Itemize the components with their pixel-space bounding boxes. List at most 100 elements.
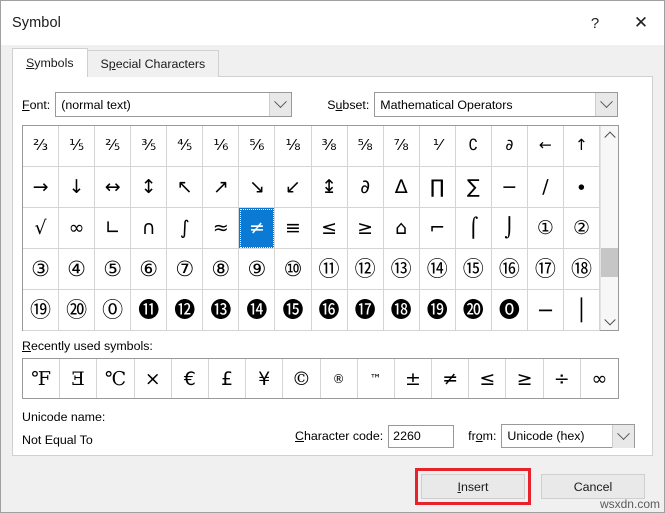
symbol-cell[interactable]: ⑯	[491, 249, 528, 290]
recent-symbol-cell[interactable]: ±	[395, 359, 433, 398]
symbol-cell[interactable]: ⓱	[347, 290, 384, 331]
symbol-cell[interactable]: ⅕	[59, 126, 96, 167]
recent-symbol-cell[interactable]: ×	[135, 359, 172, 398]
symbol-cell[interactable]: ⅟	[419, 126, 456, 167]
tab-symbols[interactable]: Symbols	[12, 48, 88, 77]
symbol-cell[interactable]: ∏	[419, 167, 456, 208]
recent-symbol-cell[interactable]: ℉	[23, 359, 61, 398]
symbol-cell[interactable]: ①	[527, 208, 564, 249]
symbol-cell[interactable]: ⑱	[563, 249, 601, 290]
symbol-cell[interactable]: ⅔	[23, 126, 60, 167]
symbol-cell[interactable]: ②	[563, 208, 601, 249]
symbol-cell[interactable]: ←	[527, 126, 564, 167]
symbol-cell[interactable]: ⑪	[311, 249, 348, 290]
symbol-cell[interactable]: │	[563, 290, 601, 331]
symbol-cell[interactable]: ∂	[491, 126, 528, 167]
recent-symbol-cell[interactable]: ≥	[506, 359, 544, 398]
recent-symbol-cell[interactable]: €	[172, 359, 209, 398]
recent-symbol-cell[interactable]: ™	[358, 359, 395, 398]
symbol-cell[interactable]: ∆	[383, 167, 420, 208]
symbol-cell[interactable]: √	[23, 208, 60, 249]
symbol-cell[interactable]: ⅜	[311, 126, 348, 167]
symbol-cell[interactable]: ↖	[167, 167, 204, 208]
symbol-grid-scrollbar[interactable]	[600, 126, 618, 330]
chevron-down-icon[interactable]	[612, 424, 635, 448]
symbol-cell[interactable]: ≡	[275, 208, 312, 249]
symbol-cell[interactable]: ⑬	[383, 249, 420, 290]
symbol-cell[interactable]: ∁	[455, 126, 492, 167]
symbol-cell[interactable]: ↘	[239, 167, 276, 208]
character-code-input[interactable]	[388, 424, 455, 448]
symbol-cell[interactable]: ⅛	[275, 126, 312, 167]
symbol-cell[interactable]: ⅝	[347, 126, 384, 167]
symbol-cell[interactable]: ↙	[275, 167, 312, 208]
symbol-cell[interactable]: ⓯	[275, 290, 312, 331]
chevron-down-icon[interactable]	[595, 93, 618, 116]
symbol-cell[interactable]: ⑨	[239, 249, 276, 290]
recent-symbol-cell[interactable]: ∞	[581, 359, 618, 398]
insert-button[interactable]: Insert	[421, 474, 525, 499]
symbol-cell[interactable]: ∟	[95, 208, 132, 249]
symbol-cell[interactable]: ↗	[203, 167, 240, 208]
symbol-cell[interactable]: ⌡	[491, 208, 528, 249]
tab-special-characters[interactable]: Special Characters	[86, 50, 220, 77]
symbol-cell[interactable]: ⑤	[95, 249, 132, 290]
symbol-cell[interactable]: ⓮	[239, 290, 276, 331]
symbol-cell[interactable]: ⓫	[131, 290, 168, 331]
symbol-cell[interactable]: −	[527, 290, 564, 331]
symbol-cell[interactable]: ∞	[59, 208, 96, 249]
symbol-cell[interactable]: ≤	[311, 208, 348, 249]
symbol-cell[interactable]: ⅘	[167, 126, 204, 167]
symbol-cell[interactable]: ⓪	[95, 290, 132, 331]
chevron-down-icon[interactable]	[269, 93, 292, 116]
scroll-up-icon[interactable]	[601, 126, 618, 143]
symbol-cell[interactable]: ⌠	[455, 208, 492, 249]
symbol-cell[interactable]: ∂	[347, 167, 384, 208]
symbol-cell[interactable]: −	[491, 167, 528, 208]
symbol-cell[interactable]: ⑩	[275, 249, 312, 290]
symbol-cell[interactable]: ↕	[131, 167, 168, 208]
symbol-cell[interactable]: ⑲	[23, 290, 60, 331]
symbol-cell[interactable]: ∙	[563, 167, 601, 208]
symbol-cell[interactable]: ⅞	[383, 126, 420, 167]
recent-symbol-cell[interactable]: ÷	[544, 359, 581, 398]
symbol-cell[interactable]: ⓭	[203, 290, 240, 331]
symbol-cell[interactable]: ⑭	[419, 249, 456, 290]
symbol-cell[interactable]: →	[23, 167, 60, 208]
symbol-cell[interactable]: ↓	[59, 167, 96, 208]
symbol-cell[interactable]: ∑	[455, 167, 492, 208]
scroll-down-icon[interactable]	[601, 313, 618, 330]
from-select[interactable]: Unicode (hex)	[501, 424, 636, 448]
subset-select[interactable]: Mathematical Operators	[374, 92, 619, 117]
symbol-cell[interactable]: ⓲	[383, 290, 420, 331]
recent-symbol-cell[interactable]: ≠	[432, 359, 470, 398]
recent-symbol-cell[interactable]: ®	[321, 359, 358, 398]
recent-symbols-grid[interactable]: ℉ Ǝ ℃ × € £ ¥ © ® ™ ± ≠ ≤ ≥ ÷ ∞	[22, 358, 619, 399]
symbol-cell[interactable]: ⑮	[455, 249, 492, 290]
recent-symbol-cell[interactable]: ¥	[246, 359, 284, 398]
recent-symbol-cell[interactable]: ©	[283, 359, 321, 398]
symbol-cell[interactable]: ⌂	[383, 208, 420, 249]
symbol-cell[interactable]: ≥	[347, 208, 384, 249]
close-icon[interactable]: ✕	[618, 1, 664, 45]
symbol-cell[interactable]: ↔	[95, 167, 132, 208]
symbol-cell[interactable]: ④	[59, 249, 96, 290]
symbol-cell[interactable]: ⅖	[95, 126, 132, 167]
symbol-cell[interactable]: ⓳	[419, 290, 456, 331]
symbol-cell[interactable]: ⑳	[59, 290, 96, 331]
symbol-cell[interactable]: ⓬	[167, 290, 204, 331]
font-select[interactable]: (normal text)	[55, 92, 293, 117]
symbol-cell[interactable]: ⓿	[491, 290, 528, 331]
symbol-grid[interactable]: ⅔ ⅕ ⅖ ⅗ ⅘ ⅙ ⅚ ⅛ ⅜ ⅝ ⅞ ⅟ ∁ ∂ ← ↑ → ↓ ↔ ↕ ↖ ↗ ↘ ↙ ↨ ∂ ∆ ∏ ∑ − ∕ ∙ √ ∞ ∟ ∩ ∫ ≈ ≠ ≡…	[23, 126, 601, 331]
recent-symbol-cell[interactable]: £	[209, 359, 247, 398]
symbol-cell[interactable]: ∫	[167, 208, 204, 249]
cancel-button[interactable]: Cancel	[541, 474, 645, 499]
symbol-cell[interactable]: ⌐	[419, 208, 456, 249]
symbol-cell[interactable]: ∕	[527, 167, 564, 208]
symbol-cell[interactable]: ∩	[131, 208, 168, 249]
recent-symbol-cell[interactable]: Ǝ	[60, 359, 98, 398]
symbol-cell[interactable]: ↨	[311, 167, 348, 208]
symbol-cell[interactable]: ⑫	[347, 249, 384, 290]
symbol-cell[interactable]: ③	[23, 249, 60, 290]
symbol-cell[interactable]: ⓴	[455, 290, 492, 331]
